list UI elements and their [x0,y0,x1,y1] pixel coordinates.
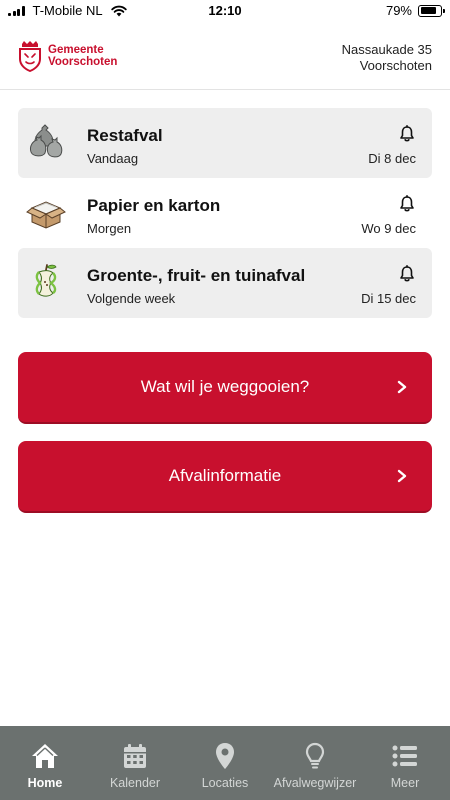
collection-item-restafval[interactable]: Restafval Vandaag Di 8 dec [18,108,432,178]
logo-line-2: Voorschoten [48,56,118,68]
bottom-tab-bar: Home Kalender Locaties Afvalwegwijzer Me… [0,726,450,800]
tab-label: Kalender [109,776,161,790]
collection-title: Restafval [87,126,163,145]
battery-percentage: 79% [385,3,412,18]
tab-afvalwegwijzer[interactable]: Afvalwegwijzer [270,726,360,800]
button-label: Wat wil je weggooien? [140,377,310,396]
collection-when: Vandaag [87,151,139,166]
apple-core-icon [35,264,57,297]
home-icon [32,744,58,768]
chevron-right-icon [397,380,407,394]
calendar-icon [124,744,146,768]
tab-label: Meer [390,776,420,790]
collection-when: Volgende week [87,291,176,306]
tab-kalender[interactable]: Kalender [90,726,180,800]
tab-label: Locaties [201,776,249,790]
app-header: Gemeente Voorschoten Nassaukade 35 Voors… [0,22,450,90]
tab-meer[interactable]: Meer [360,726,450,800]
collection-item-gft[interactable]: Groente-, fruit- en tuinafval Volgende w… [18,248,432,318]
trash-bags-icon [30,124,63,158]
collection-date: Di 8 dec [368,151,416,166]
lightbulb-icon [305,742,325,769]
bell-icon[interactable] [398,265,416,283]
crest-icon [19,41,41,72]
tab-label: Afvalwegwijzer [273,776,357,790]
bell-icon[interactable] [398,125,416,143]
address-street: Nassaukade 35 [341,42,432,57]
clock: 12:10 [208,3,242,18]
tab-locaties[interactable]: Locaties [180,726,270,800]
address-city: Voorschoten [359,58,432,73]
cardboard-box-icon [26,201,66,229]
collection-item-papier-en-karton[interactable]: Papier en karton Morgen Wo 9 dec [18,178,432,248]
collection-title: Papier en karton [87,196,221,215]
button-label: Afvalinformatie [168,466,282,485]
bell-icon[interactable] [398,195,416,213]
tab-label: Home [27,776,63,790]
what-to-throw-away-button[interactable]: Wat wil je weggooien? [18,352,432,424]
chevron-right-icon [397,469,407,483]
tab-home[interactable]: Home [0,726,90,800]
battery-level-fill [420,7,436,14]
logo-line-1: Gemeente [48,44,104,56]
collection-title: Groente-, fruit- en tuinafval [87,266,306,285]
collection-when: Morgen [87,221,132,236]
collection-list: Restafval Vandaag Di 8 dec Papier en kar… [18,108,432,318]
selected-address[interactable]: Nassaukade 35 Voorschoten [342,42,432,74]
menu-list-icon [392,745,417,767]
status-bar: T-Mobile NL 12:10 79% [0,0,450,22]
collection-date: Di 15 dec [361,291,416,306]
battery-icon [418,4,445,17]
collection-date: Wo 9 dec [361,221,416,236]
waste-information-button[interactable]: Afvalinformatie [18,441,432,513]
municipality-logo: Gemeente Voorschoten [16,40,117,72]
location-pin-icon [216,743,234,769]
